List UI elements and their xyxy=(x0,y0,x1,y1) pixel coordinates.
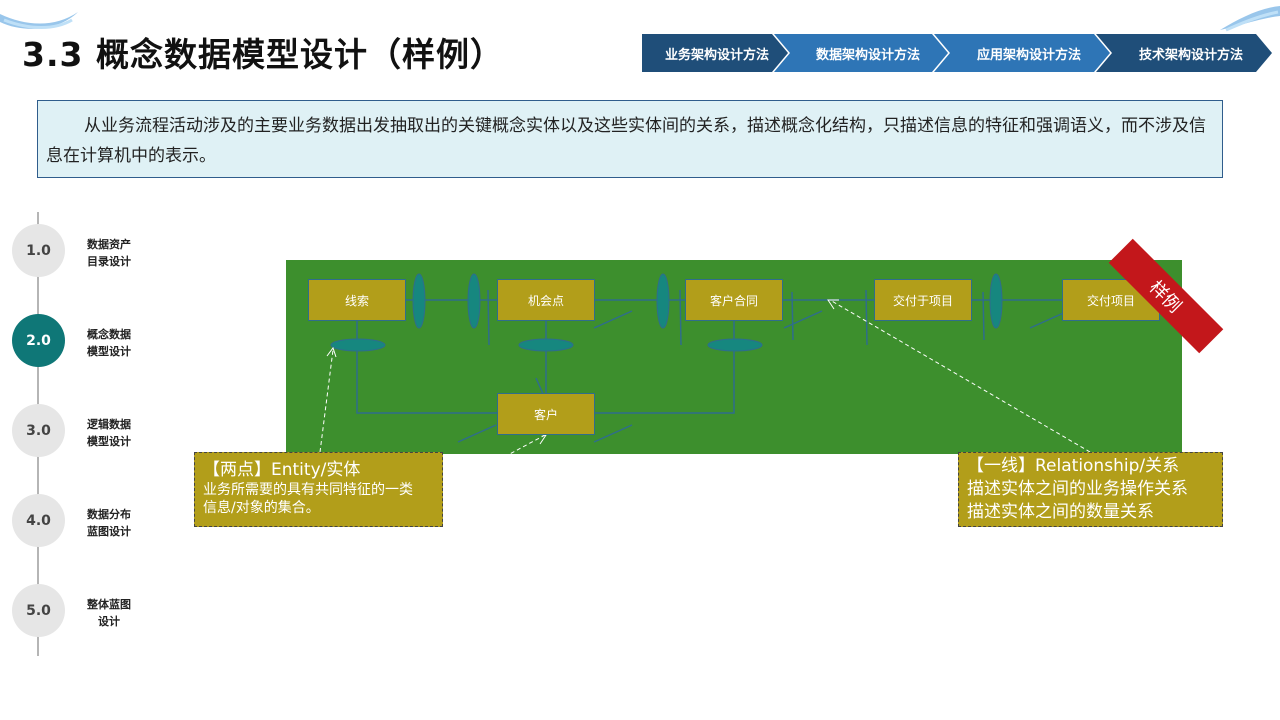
entity-callout-desc: 业务所需要的具有共同特征的一类 xyxy=(203,482,413,498)
step-label-line: 模型设计 xyxy=(87,345,131,358)
step-label-line: 数据分布 xyxy=(87,508,131,521)
step-label-line: 设计 xyxy=(98,615,120,628)
step-label-4: 数据分布 蓝图设计 xyxy=(79,506,139,540)
step-circle-4[interactable]: 4.0 xyxy=(12,494,65,547)
step-label-2: 概念数据 模型设计 xyxy=(79,326,139,360)
step-circle-3[interactable]: 3.0 xyxy=(12,404,65,457)
entity-callout-desc: 信息/对象的集合。 xyxy=(203,500,320,516)
step-label-line: 数据资产 xyxy=(87,238,131,251)
nav-step-technology[interactable]: 技术架构设计方法 xyxy=(1110,34,1262,72)
relationship-callout-line: 描述实体之间的数量关系 xyxy=(967,502,1154,522)
step-label-line: 概念数据 xyxy=(87,328,131,341)
step-label-line: 逻辑数据 xyxy=(87,418,131,431)
relationship-callout-title: 【一线】Relationship/关系 xyxy=(967,456,1180,476)
entity-callout: 【两点】Entity/实体 业务所需要的具有共同特征的一类 信息/对象的集合。 xyxy=(194,452,443,527)
entity-callout-title: 【两点】Entity/实体 xyxy=(203,460,361,480)
page-title: 3.3 概念数据模型设计（样例） xyxy=(22,35,504,74)
nav-step-business[interactable]: 业务架构设计方法 xyxy=(642,34,782,72)
step-label-5: 整体蓝图 设计 xyxy=(79,596,139,630)
entity-lead[interactable]: 线索 xyxy=(308,279,406,321)
relationship-callout-line: 描述实体之间的业务操作关系 xyxy=(967,479,1188,499)
step-circle-1[interactable]: 1.0 xyxy=(12,224,65,277)
nav-step-label: 技术架构设计方法 xyxy=(1138,47,1243,63)
description-box: 从业务流程活动涉及的主要业务数据出发抽取出的关键概念实体以及这些实体间的关系，描… xyxy=(37,100,1223,178)
step-circle-2[interactable]: 2.0 xyxy=(12,314,65,367)
nav-step-application[interactable]: 应用架构设计方法 xyxy=(948,34,1100,72)
method-nav: 业务架构设计方法 数据架构设计方法 应用架构设计方法 技术架构设计方法 xyxy=(642,34,1274,72)
entity-opportunity[interactable]: 机会点 xyxy=(497,279,595,321)
relationship-callout: 【一线】Relationship/关系 描述实体之间的业务操作关系 描述实体之间… xyxy=(958,452,1223,527)
step-label-line: 目录设计 xyxy=(87,255,131,268)
entity-customer[interactable]: 客户 xyxy=(497,393,595,435)
step-circle-5[interactable]: 5.0 xyxy=(12,584,65,637)
entity-delivery-in-project[interactable]: 交付于项目 xyxy=(874,279,972,321)
nav-step-label: 业务架构设计方法 xyxy=(664,47,769,63)
nav-step-data[interactable]: 数据架构设计方法 xyxy=(788,34,938,72)
nav-step-label: 数据架构设计方法 xyxy=(815,47,920,63)
step-label-line: 模型设计 xyxy=(87,435,131,448)
step-label-line: 蓝图设计 xyxy=(87,525,131,538)
nav-step-label: 应用架构设计方法 xyxy=(976,47,1081,63)
step-label-1: 数据资产 目录设计 xyxy=(79,236,139,270)
entity-customer-contract[interactable]: 客户合同 xyxy=(685,279,783,321)
step-label-3: 逻辑数据 模型设计 xyxy=(79,416,139,450)
step-label-line: 整体蓝图 xyxy=(87,598,131,611)
